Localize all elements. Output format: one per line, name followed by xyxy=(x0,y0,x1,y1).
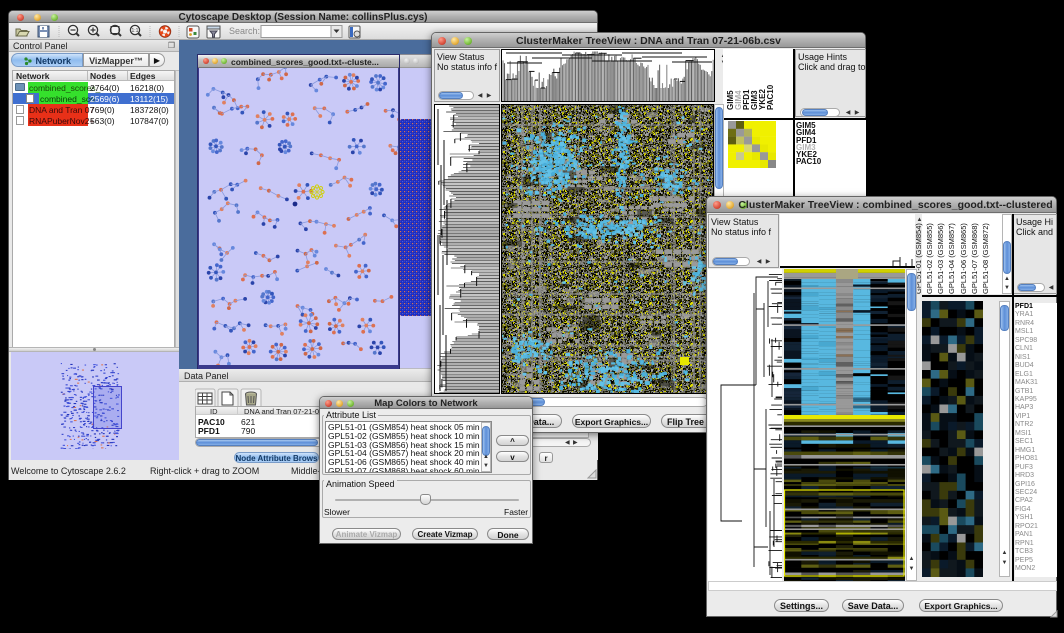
svg-text:Search:: Search: xyxy=(229,26,260,36)
svg-text:1:1: 1:1 xyxy=(132,28,139,34)
